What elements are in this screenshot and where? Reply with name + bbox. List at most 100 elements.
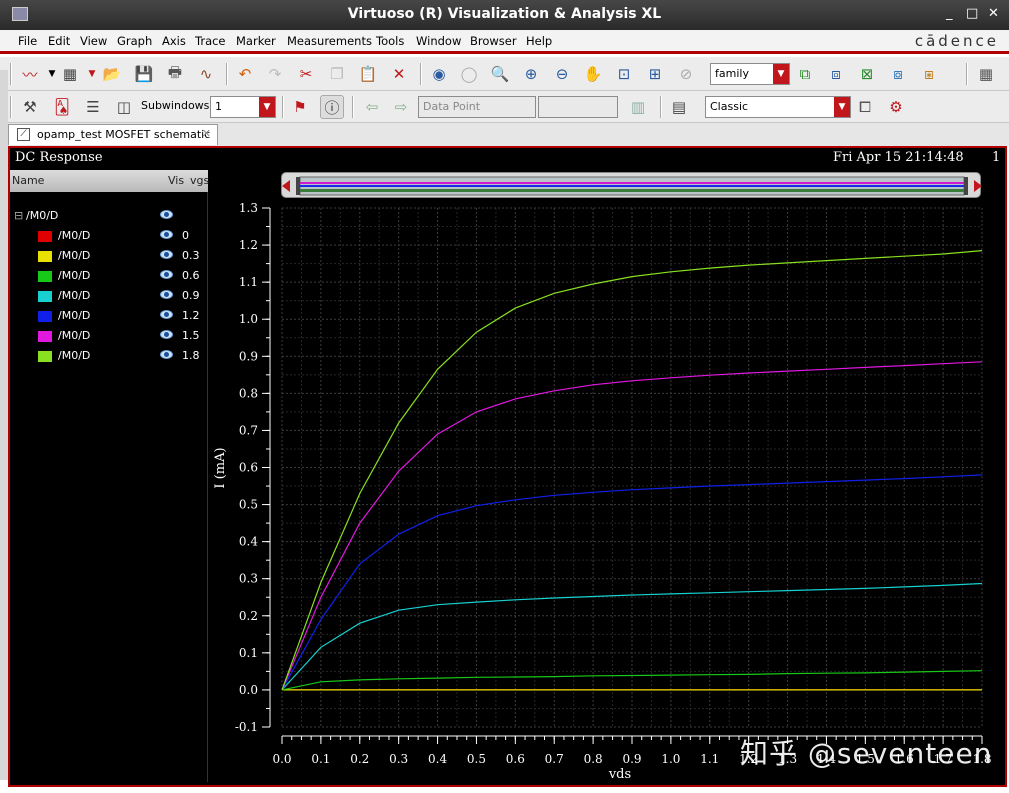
visibility-eye-icon[interactable] (160, 310, 173, 319)
forward-icon[interactable]: ◯ (457, 62, 481, 86)
visibility-eye-icon[interactable] (160, 350, 173, 359)
menu-tools[interactable]: Tools (376, 34, 404, 48)
overview-handle-left[interactable] (296, 177, 300, 195)
legend-row[interactable]: /M0/D 0 (10, 227, 208, 247)
calculator-icon[interactable]: ▤ (667, 95, 691, 119)
visibility-eye-icon[interactable] (160, 270, 173, 279)
main-toolbar: 〰 ▼ ▦ ▼ 📂 💾 🖶 ∿ ↶ ↷ ✂ ❐ 📋 ✕ ◉ ◯ 🔍 ⊕ ⊖ ✋ … (0, 57, 1009, 91)
back-icon[interactable]: ◉ (427, 62, 451, 86)
layout-columns-icon[interactable]: ◫ (112, 95, 136, 119)
legend-row[interactable]: /M0/D 0.9 (10, 287, 208, 307)
subwindow-icon[interactable]: ▦ (58, 62, 82, 86)
legend-col-vis[interactable]: Vis (168, 174, 184, 187)
style-settings-icon[interactable]: ⚙ (884, 95, 908, 119)
pan-icon[interactable]: ✋ (581, 62, 605, 86)
trace-color-swatch[interactable] (38, 351, 52, 362)
scroll-left-arrow[interactable] (282, 180, 290, 192)
grid-icon[interactable]: ▦ (974, 62, 998, 86)
menu-trace[interactable]: Trace (195, 34, 226, 48)
legend-col-name[interactable]: Name (12, 174, 44, 187)
close-tab-icon[interactable]: ✕ (202, 127, 211, 140)
stack-icon[interactable]: ⧈ (824, 62, 848, 86)
menu-axis[interactable]: Axis (162, 34, 186, 48)
copy-icon[interactable]: ❐ (325, 62, 349, 86)
scroll-right-arrow[interactable] (974, 180, 982, 192)
secondary-toolbar: ⚒ 🂡 ☰ ◫ Subwindows: 1 ▼ ⚑ ⓘ ⇦ ⇨ Data Poi… (0, 91, 1009, 123)
family-combo[interactable]: family ▼ (710, 63, 790, 85)
tab-opamp-test[interactable]: ⟋ opamp_test MOSFET schematic ✕ (8, 124, 218, 145)
prev-point-icon[interactable]: ⇦ (360, 95, 384, 119)
zoom-region-icon[interactable]: ⊞ (643, 62, 667, 86)
cards-icon[interactable]: 🂡 (50, 95, 74, 119)
overview-handle-right[interactable] (964, 177, 968, 195)
legend-row[interactable]: /M0/D 1.2 (10, 307, 208, 327)
cut-icon[interactable]: ✂ (294, 62, 318, 86)
wave-options-icon[interactable]: ⧆ (917, 62, 941, 86)
trace-color-swatch[interactable] (38, 231, 52, 242)
close-window-icon[interactable]: ✕ (988, 6, 999, 21)
y-tick-label: 1.3 (239, 201, 258, 215)
subwindows-combo[interactable]: 1 ▼ (210, 96, 276, 118)
collapse-icon[interactable]: ⊟ (14, 209, 23, 222)
trace-color-swatch[interactable] (38, 311, 52, 322)
strip-icon[interactable]: ⧉ (793, 62, 817, 86)
waveform-icon[interactable]: ∿ (194, 62, 218, 86)
visibility-eye-icon[interactable] (160, 230, 173, 239)
chevron-down-icon[interactable]: ▼ (259, 97, 275, 117)
new-window-icon[interactable]: 〰 (18, 62, 42, 86)
trace-color-swatch[interactable] (38, 251, 52, 262)
apply-style-icon[interactable]: ⧠ (853, 95, 877, 119)
menu-help[interactable]: Help (526, 34, 552, 48)
trace-color-swatch[interactable] (38, 331, 52, 342)
menu-view[interactable]: View (80, 34, 107, 48)
legend-group-row[interactable]: ⊟ /M0/D (10, 207, 208, 227)
legend-col-vgs[interactable]: vgs (190, 174, 209, 187)
minimize-icon[interactable]: _ (946, 6, 953, 21)
menu-window[interactable]: Window (416, 34, 461, 48)
undo-icon[interactable]: ↶ (233, 62, 257, 86)
print-icon[interactable]: 🖶 (163, 62, 187, 86)
redo-icon[interactable]: ↷ (263, 62, 287, 86)
visibility-eye-icon[interactable] (160, 250, 173, 259)
fit-icon[interactable]: ⊡ (612, 62, 636, 86)
next-point-icon[interactable]: ⇨ (389, 95, 413, 119)
info-icon[interactable]: ⓘ (320, 95, 344, 119)
zoom-reset-icon[interactable]: ⊘ (674, 62, 698, 86)
visibility-eye-icon[interactable] (160, 330, 173, 339)
split-icon[interactable]: ⧇ (886, 62, 910, 86)
visibility-eye-icon[interactable] (160, 210, 173, 219)
visibility-eye-icon[interactable] (160, 290, 173, 299)
data-point-value-field[interactable] (538, 96, 618, 118)
zoom-out-icon[interactable]: ⊖ (550, 62, 574, 86)
open-folder-icon[interactable]: 📂 (100, 62, 124, 86)
legend-row[interactable]: /M0/D 0.6 (10, 267, 208, 287)
magic-wand-icon[interactable]: ⚒ (18, 95, 42, 119)
menu-edit[interactable]: Edit (48, 34, 70, 48)
chevron-down-icon[interactable]: ▼ (773, 64, 789, 84)
legend-row[interactable]: /M0/D 1.5 (10, 327, 208, 347)
layout-rows-icon[interactable]: ☰ (81, 95, 105, 119)
bar-chart-icon[interactable]: ▥ (626, 95, 650, 119)
menu-file[interactable]: File (18, 34, 37, 48)
paste-icon[interactable]: 📋 (356, 62, 380, 86)
chevron-down-icon[interactable]: ▼ (834, 97, 850, 117)
flag-icon[interactable]: ⚑ (288, 95, 312, 119)
data-point-combo[interactable]: Data Point (418, 96, 536, 118)
dc-response-plot[interactable]: -0.1 0.0 0.1 0.2 0.3 0.4 0.5 0.6 0.7 0.8 0.9 1.0 1.1… (210, 198, 1005, 788)
menu-measurements[interactable]: Measurements (287, 34, 372, 48)
maximize-icon[interactable]: □ (966, 6, 978, 21)
trace-color-swatch[interactable] (38, 271, 52, 282)
save-icon[interactable]: 💾 (132, 62, 156, 86)
menu-browser[interactable]: Browser (470, 34, 517, 48)
overview-scrollbar[interactable] (281, 172, 982, 198)
zoom-icon[interactable]: 🔍 (488, 62, 512, 86)
menu-marker[interactable]: Marker (236, 34, 276, 48)
delete-icon[interactable]: ✕ (387, 62, 411, 86)
zoom-in-icon[interactable]: ⊕ (519, 62, 543, 86)
axis-icon[interactable]: ⊠ (855, 62, 879, 86)
trace-color-swatch[interactable] (38, 291, 52, 302)
legend-row[interactable]: /M0/D 0.3 (10, 247, 208, 267)
menu-graph[interactable]: Graph (117, 34, 152, 48)
legend-row[interactable]: /M0/D 1.8 (10, 347, 208, 367)
style-combo[interactable]: Classic ▼ (705, 96, 851, 118)
